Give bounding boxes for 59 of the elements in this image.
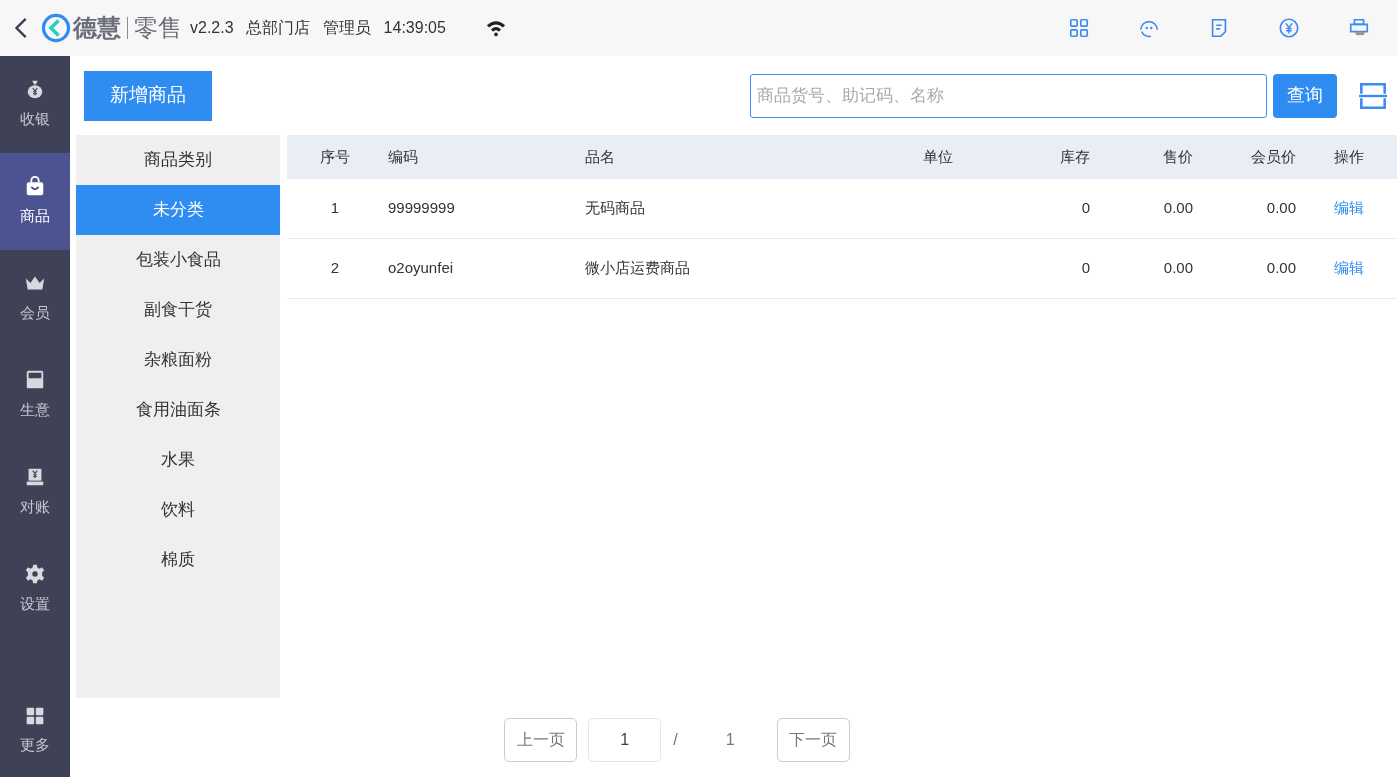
category-item[interactable]: 食用油面条 [76,385,280,435]
table-cell-text: 0.00 [1163,198,1193,219]
new-product-button[interactable]: 新增商品 [84,70,212,121]
table-cell-text: 2 [330,258,340,279]
shopping-bag-icon [24,175,46,198]
prev-page-button[interactable]: 上一页 [504,718,578,762]
yuan-icon[interactable] [1278,17,1300,39]
total-pages: 1 [725,730,735,750]
user-role: 管理员 [322,18,371,38]
category-item[interactable]: 棉质 [76,535,280,585]
sidebar-item[interactable]: 对账 [0,444,70,541]
column-header: 编码 [388,146,418,167]
category-item[interactable]: 饮料 [76,485,280,535]
page-separator: / [673,730,678,750]
column-header: 操作 [1334,146,1364,167]
brand-name: 德慧 [73,13,121,43]
table-cell-text: 0 [1081,198,1090,219]
next-page-button[interactable]: 下一页 [776,718,850,762]
edit-link[interactable]: 编辑 [1334,257,1364,280]
column-header: 品名 [585,146,615,167]
category-header: 商品类别 [144,149,212,172]
logo-icon [41,13,71,43]
category-item[interactable]: 杂粮面粉 [76,335,280,385]
table-cell-text: 1 [330,198,340,219]
table-cell-text: 微小店运费商品 [585,258,690,279]
edit-link[interactable]: 编辑 [1334,197,1364,220]
store-name: 总部门店 [245,18,310,38]
version-label: v2.2.3 [190,18,234,38]
column-header: 单位 [922,146,953,167]
category-item[interactable]: 未分类 [76,185,280,235]
table-cell-text: o2oyunfei [388,258,454,279]
category-item[interactable]: 水果 [76,435,280,485]
table-cell-text: 0.00 [1266,258,1296,279]
table-cell-text: 0.00 [1266,198,1296,219]
table-cell-text: 0 [1081,258,1090,279]
sidebar-item[interactable]: 更多 [0,686,70,777]
table-cell-text: 无码商品 [585,198,645,219]
settings-icon [24,563,46,586]
search-field[interactable]: 商品货号、助记码、名称 [750,73,1267,118]
category-item[interactable]: 包装小食品 [76,235,280,285]
layout-toggle-icon[interactable] [1359,81,1387,110]
page-number-field[interactable]: 1 [588,718,662,762]
clock-time: 14:39:05 [383,18,446,38]
sidebar-item[interactable]: 设置 [0,541,70,638]
column-header: 售价 [1163,146,1193,167]
column-header: 序号 [320,146,350,167]
sidebar-item[interactable]: 收银 [0,56,70,153]
search-button[interactable]: 查询 [1273,73,1337,118]
column-header: 库存 [1060,146,1090,167]
table-cell-text: 0.00 [1163,258,1193,279]
sidebar-item[interactable]: 商品 [0,153,70,250]
product-name: 零售 [134,13,182,43]
table-cell-text: 99999999 [388,198,455,219]
column-header: 会员价 [1251,146,1296,167]
category-item[interactable]: 副食干货 [76,285,280,335]
sidebar-item[interactable]: 会员 [0,250,70,347]
sidebar-item[interactable]: 生意 [0,347,70,444]
apps-icon[interactable] [1068,17,1090,39]
grid-icon [25,706,45,727]
